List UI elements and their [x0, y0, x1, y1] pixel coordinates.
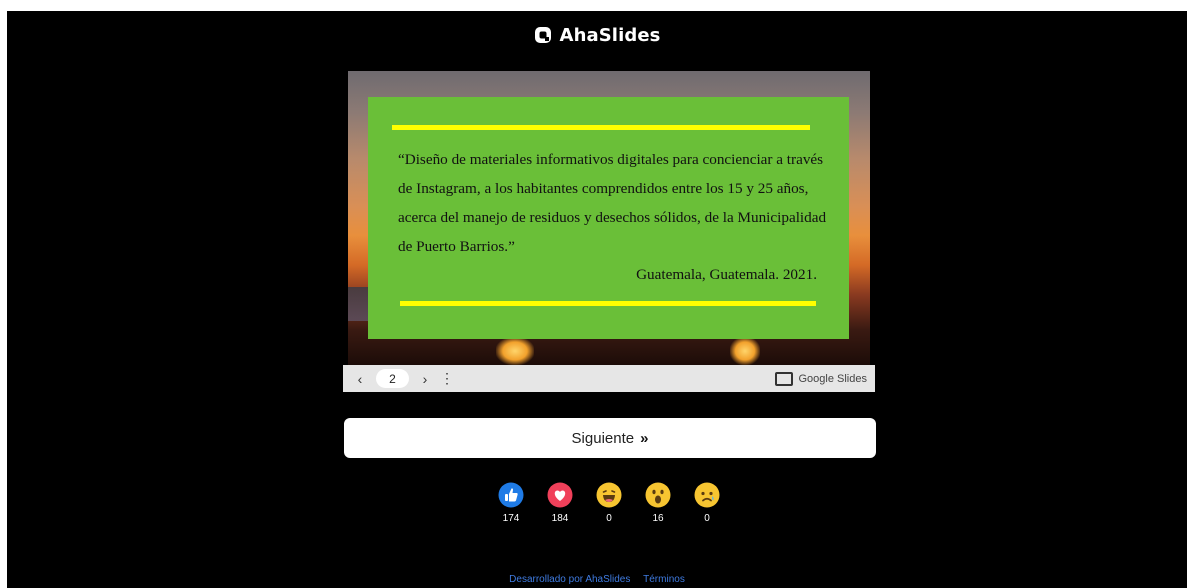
quote-card: “Diseño de materiales informativos digit…: [368, 97, 849, 339]
top-divider: [392, 125, 810, 130]
heart-icon[interactable]: [547, 482, 573, 508]
sad-face-icon[interactable]: [694, 482, 720, 508]
reaction-count: 16: [652, 513, 664, 524]
reaction-wow[interactable]: 16: [642, 482, 674, 524]
slide-background-image: “Diseño de materiales informativos digit…: [348, 71, 870, 365]
sun-reflection: [496, 337, 534, 365]
reaction-count: 174: [502, 513, 520, 524]
ahaslides-logo-icon: [534, 27, 551, 43]
reaction-haha[interactable]: 0: [593, 482, 625, 524]
reaction-count: 0: [606, 513, 612, 524]
google-slides-link[interactable]: Google Slides: [774, 371, 868, 386]
reaction-count: 184: [551, 513, 569, 524]
google-slides-icon: [774, 371, 793, 386]
reaction-love[interactable]: 184: [544, 482, 576, 524]
presentation-stage: AhaSlides “Diseño de materiales informat…: [7, 11, 1187, 588]
slide-controls: ‹ 2 › ⋮ Google Slides: [343, 365, 875, 392]
chevron-right-icon[interactable]: ›: [414, 371, 436, 387]
brand-name: AhaSlides: [559, 24, 661, 46]
double-chevron-right-icon: »: [640, 429, 649, 447]
chevron-left-icon[interactable]: ‹: [349, 371, 371, 387]
brand-header: AhaSlides: [7, 24, 1187, 46]
next-button[interactable]: Siguiente »: [344, 418, 876, 458]
laughing-face-icon[interactable]: [596, 482, 622, 508]
reaction-sad[interactable]: 0: [691, 482, 723, 524]
reaction-count: 0: [704, 513, 710, 524]
page-number[interactable]: 2: [376, 369, 409, 388]
bottom-divider: [400, 301, 816, 306]
sun-reflection: [730, 337, 760, 365]
powered-by-link[interactable]: Desarrollado por AhaSlides: [509, 574, 630, 585]
embedded-slide: “Diseño de materiales informativos digit…: [343, 71, 875, 393]
thumbs-up-icon[interactable]: [498, 482, 524, 508]
more-vertical-icon[interactable]: ⋮: [436, 370, 458, 387]
quote-text: “Diseño de materiales informativos digit…: [398, 151, 827, 255]
quote-signature: Guatemala, Guatemala. 2021.: [636, 266, 817, 283]
provider-label: Google Slides: [798, 372, 868, 385]
terms-link[interactable]: Términos: [643, 574, 685, 585]
reaction-like[interactable]: 174: [495, 482, 527, 524]
next-button-label: Siguiente: [571, 429, 635, 447]
reactions-bar: 174 184 0 16 0: [495, 482, 723, 524]
footer: Desarrollado por AhaSlides Términos: [7, 574, 1187, 585]
surprised-face-icon[interactable]: [645, 482, 671, 508]
